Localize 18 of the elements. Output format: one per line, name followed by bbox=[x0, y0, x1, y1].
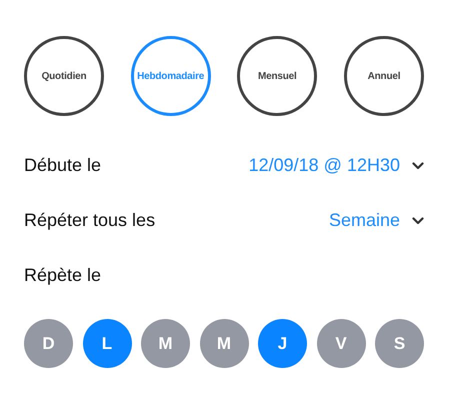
day-toggle[interactable]: S bbox=[375, 319, 424, 368]
setting-label: Répéter tous les bbox=[24, 209, 156, 232]
day-toggle[interactable]: L bbox=[82, 319, 132, 368]
setting-dropdown[interactable]: 12/09/18 @ 12H30 bbox=[248, 152, 424, 179]
frequency-option[interactable]: Annuel bbox=[344, 36, 424, 116]
day-toggle[interactable]: M bbox=[200, 319, 248, 368]
day-toggle[interactable]: D bbox=[24, 319, 73, 368]
frequency-option[interactable]: Hebdomadaire bbox=[130, 36, 211, 116]
chevron-down-icon bbox=[412, 216, 424, 224]
setting-label: Débute le bbox=[24, 154, 102, 177]
frequency-option[interactable]: Mensuel bbox=[237, 36, 318, 116]
setting-dropdown[interactable]: Semaine bbox=[328, 207, 424, 234]
chevron-down-icon bbox=[412, 162, 424, 170]
repeat-label: Répète le bbox=[24, 264, 102, 287]
day-toggle[interactable]: M bbox=[141, 319, 190, 368]
day-toggle[interactable]: J bbox=[258, 319, 307, 368]
frequency-option[interactable]: Quotidien bbox=[24, 36, 104, 116]
day-toggle[interactable]: V bbox=[316, 319, 366, 368]
